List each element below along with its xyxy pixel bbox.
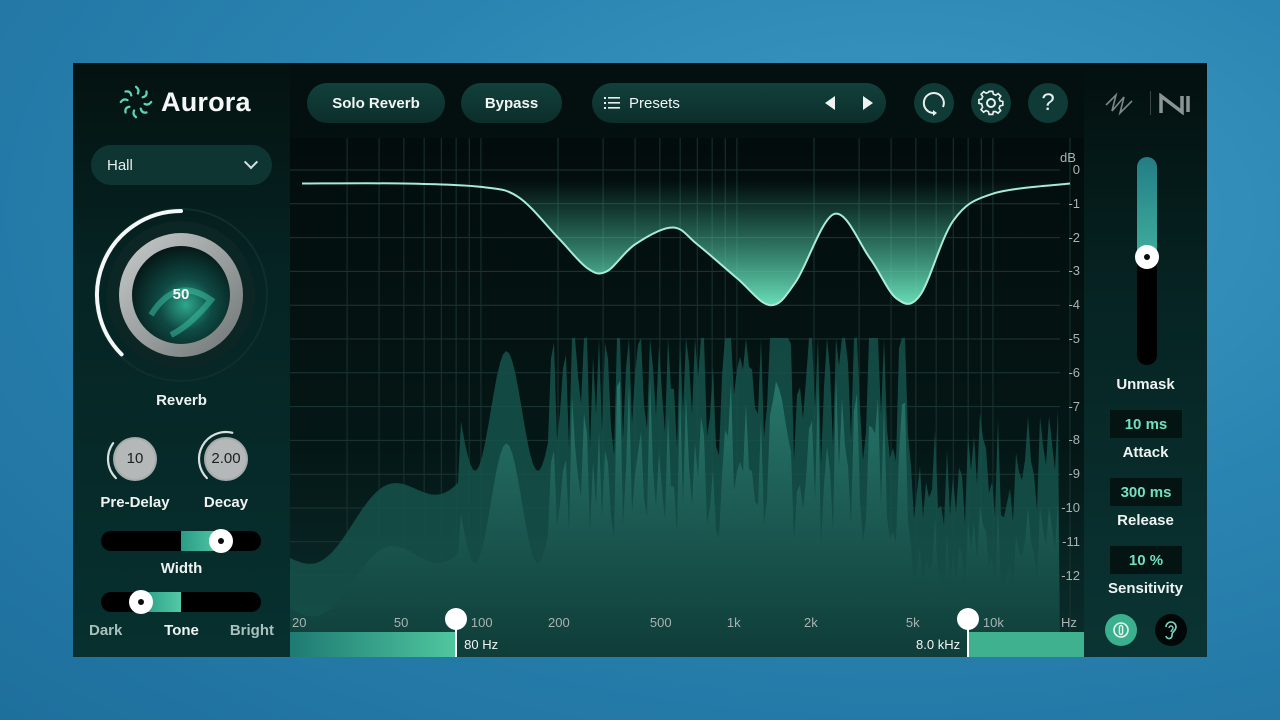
- presets-bar[interactable]: Presets: [592, 83, 886, 123]
- low-cut-handle[interactable]: [445, 608, 468, 630]
- app-name: Aurora: [161, 86, 251, 117]
- help-button[interactable]: ?: [1028, 83, 1068, 123]
- reverb-knob[interactable]: 50: [91, 205, 271, 385]
- db-tick-label: -8: [1068, 432, 1080, 448]
- app-logo: Aurora: [117, 83, 251, 121]
- decay-value: 2.00: [211, 450, 241, 467]
- unmask-slider-thumb[interactable]: [1135, 244, 1159, 269]
- unmask-label: Unmask: [1116, 376, 1175, 393]
- izotope-logo-icon: [1105, 92, 1133, 116]
- db-tick-label: 0: [1072, 162, 1080, 177]
- power-toggle-icon: [1113, 622, 1129, 638]
- question-icon: ?: [1041, 89, 1055, 116]
- aurora-plugin-window: Aurora Hall 50 Reverb 10 Pre-Delay 2.00 …: [73, 63, 1207, 657]
- attack-label: Attack: [1122, 444, 1169, 461]
- freq-tick-label: Hz: [1061, 615, 1077, 630]
- logo-divider: [1150, 91, 1151, 115]
- right-panel: Unmask 10 ms Attack 300 ms Release 10 % …: [1084, 63, 1207, 657]
- ear-listen-button[interactable]: [1155, 614, 1187, 646]
- release-value[interactable]: 300 ms: [1110, 478, 1182, 506]
- unmask-gain-area: [302, 180, 1070, 306]
- aurora-logo-icon: [119, 85, 153, 119]
- undo-button[interactable]: [914, 83, 954, 123]
- settings-button[interactable]: [971, 83, 1011, 123]
- spectrum-graph-canvas: [290, 138, 1071, 657]
- low-cut-label: 80 Hz: [464, 637, 499, 652]
- pre-delay-value: 10: [126, 450, 144, 467]
- reverb-label: Reverb: [156, 392, 207, 409]
- low-cut-region: [290, 632, 457, 657]
- ear-listen-icon: [1165, 621, 1177, 640]
- room-type-value: Hall: [107, 156, 133, 174]
- freq-tick-label: 100: [470, 615, 493, 630]
- freq-tick-label: 200: [548, 615, 570, 630]
- pre-delay-knob[interactable]: 10: [105, 429, 165, 489]
- gear-icon: [978, 90, 1004, 116]
- db-tick-label: -12: [1061, 567, 1080, 583]
- tone-bright-label: Bright: [229, 622, 274, 639]
- freq-tick-label: 20: [292, 615, 307, 630]
- room-type-dropdown[interactable]: Hall: [91, 145, 272, 185]
- list-icon: [604, 97, 620, 109]
- tone-slider-thumb[interactable]: [129, 590, 153, 614]
- bypass-button[interactable]: Bypass: [461, 83, 562, 123]
- chevron-down-icon: [243, 155, 259, 170]
- width-label: Width: [160, 560, 203, 577]
- freq-tick-label: 1k: [726, 615, 741, 630]
- frequency-range-bar[interactable]: 80 Hz 8.0 kHz: [290, 608, 1084, 657]
- reverb-value: 50: [172, 286, 190, 303]
- undo-icon: [922, 92, 945, 116]
- width-slider-thumb[interactable]: [209, 529, 233, 553]
- attack-value[interactable]: 10 ms: [1110, 410, 1182, 438]
- high-cut-region: [968, 632, 1084, 657]
- decay-label: Decay: [203, 494, 249, 511]
- tone-slider[interactable]: [101, 590, 261, 614]
- unmask-slider[interactable]: [1135, 157, 1159, 365]
- unmask-slider-fill: [1137, 157, 1157, 257]
- db-tick-label: -1: [1068, 195, 1080, 211]
- db-tick-label: -7: [1068, 398, 1080, 414]
- freq-tick-label: 50: [393, 615, 409, 630]
- freq-tick-label: 10k: [982, 615, 1004, 630]
- triangle-right-icon[interactable]: [862, 95, 874, 111]
- left-panel: Aurora Hall 50 Reverb 10 Pre-Delay 2.00 …: [73, 63, 290, 657]
- db-tick-label: -2: [1068, 229, 1080, 245]
- db-tick-label: -10: [1061, 500, 1080, 515]
- freq-tick-label: 2k: [804, 615, 818, 630]
- width-slider[interactable]: [101, 529, 261, 553]
- presets-label: Presets: [629, 94, 680, 112]
- high-cut-label: 8.0 kHz: [916, 637, 961, 652]
- power-toggle-button[interactable]: [1105, 614, 1137, 646]
- freq-tick-label: 5k: [905, 615, 920, 630]
- db-tick-label: -6: [1068, 364, 1080, 380]
- freq-tick-label: 500: [649, 615, 672, 630]
- high-cut-handle[interactable]: [957, 608, 980, 630]
- db-tick-label: -3: [1068, 263, 1080, 279]
- sensitivity-label: Sensitivity: [1107, 580, 1184, 597]
- db-tick-label: -5: [1068, 331, 1080, 346]
- db-tick-label: -11: [1062, 533, 1080, 549]
- sensitivity-value[interactable]: 10 %: [1110, 546, 1182, 574]
- solo-reverb-button[interactable]: Solo Reverb: [307, 83, 445, 123]
- db-tick-label: -9: [1068, 466, 1080, 482]
- spectrum-graph[interactable]: dB 0 -1 -2 -3 -4 -5 -6 -7 -8 -9 -10 -11 -12 20 50 100 2…: [290, 138, 1084, 657]
- release-label: Release: [1117, 512, 1174, 529]
- decay-knob[interactable]: 2.00: [196, 429, 256, 489]
- db-tick-label: -4: [1068, 297, 1080, 313]
- pre-delay-label: Pre-Delay: [100, 494, 170, 511]
- ni-logo-icon: [1159, 93, 1190, 115]
- triangle-left-icon[interactable]: [824, 95, 836, 111]
